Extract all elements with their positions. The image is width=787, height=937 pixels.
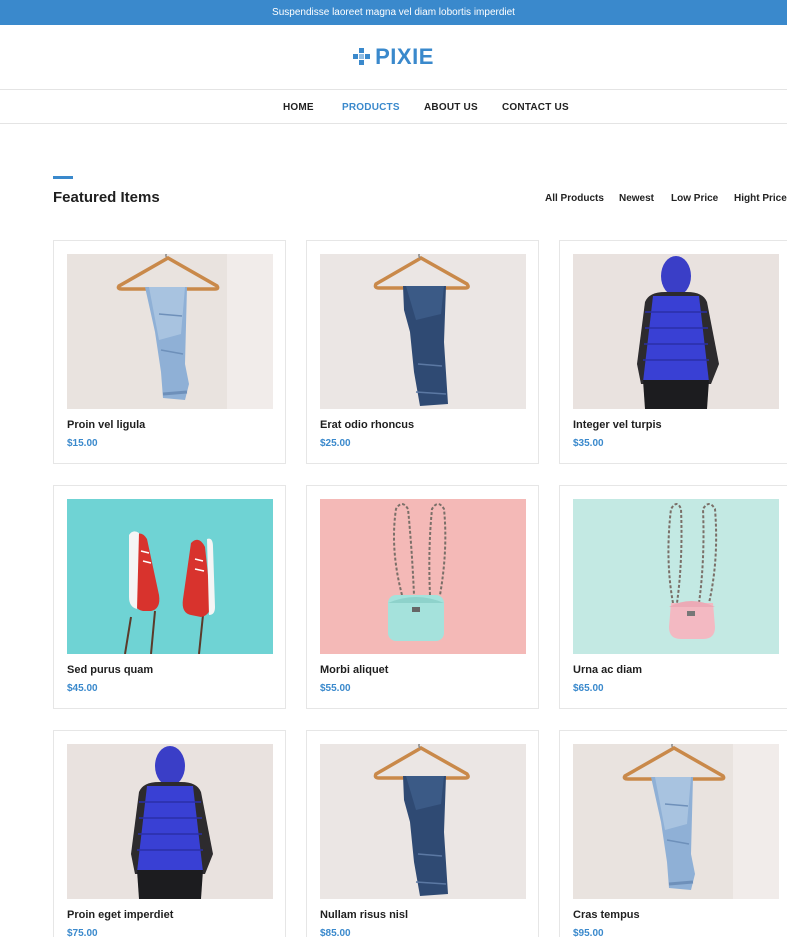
product-price: $15.00 (67, 438, 98, 449)
product-image-pink-bag[interactable] (573, 499, 779, 654)
product-price: $65.00 (573, 683, 604, 694)
product-name[interactable]: Sed purus quam (67, 664, 153, 676)
announcement-text: Suspendisse laoreet magna vel diam lobor… (272, 7, 515, 18)
product-card[interactable]: Integer vel turpis $35.00 (559, 240, 787, 464)
product-card[interactable]: Sed purus quam $45.00 (53, 485, 286, 709)
nav-home[interactable]: HOME (283, 102, 314, 113)
product-image-blue-vest[interactable] (67, 744, 273, 899)
product-name[interactable]: Urna ac diam (573, 664, 642, 676)
nav-contact-us[interactable]: CONTACT US (502, 102, 569, 113)
product-card[interactable]: Morbi aliquet $55.00 (306, 485, 539, 709)
product-price: $55.00 (320, 683, 351, 694)
product-card[interactable]: Nullam risus nisl $85.00 (306, 730, 539, 937)
nav-about-us[interactable]: ABOUT US (424, 102, 478, 113)
product-name[interactable]: Nullam risus nisl (320, 909, 408, 921)
product-name[interactable]: Proin vel ligula (67, 419, 145, 431)
announcement-bar: Suspendisse laoreet magna vel diam lobor… (0, 0, 787, 25)
product-card[interactable]: Urna ac diam $65.00 (559, 485, 787, 709)
product-price: $75.00 (67, 928, 98, 937)
product-card[interactable]: Proin eget imperdiet $75.00 (53, 730, 286, 937)
product-image-light-jeans[interactable] (67, 254, 273, 409)
nav-products[interactable]: PRODUCTS (342, 102, 400, 113)
product-image-dark-jeans[interactable] (320, 254, 526, 409)
product-price: $25.00 (320, 438, 351, 449)
product-image-blue-vest[interactable] (573, 254, 779, 409)
product-price: $45.00 (67, 683, 98, 694)
product-name[interactable]: Erat odio rhoncus (320, 419, 414, 431)
diamond-grid-icon (353, 48, 371, 66)
product-card[interactable]: Proin vel ligula $15.00 (53, 240, 286, 464)
product-name[interactable]: Proin eget imperdiet (67, 909, 173, 921)
product-card[interactable]: Cras tempus $95.00 (559, 730, 787, 937)
product-name[interactable]: Morbi aliquet (320, 664, 388, 676)
product-image-mint-bag[interactable] (320, 499, 526, 654)
product-image-red-sneakers[interactable] (67, 499, 273, 654)
filter-all-products[interactable]: All Products (545, 193, 604, 204)
product-price: $95.00 (573, 928, 604, 937)
filter-high-price[interactable]: Hight Price (734, 193, 787, 204)
product-name[interactable]: Integer vel turpis (573, 419, 662, 431)
filter-newest[interactable]: Newest (619, 193, 654, 204)
section-title: Featured Items (53, 189, 160, 206)
product-price: $85.00 (320, 928, 351, 937)
brand-name: PIXIE (375, 44, 434, 69)
section-accent-line (53, 176, 73, 179)
brand-logo[interactable]: PIXIE (0, 44, 787, 72)
filter-low-price[interactable]: Low Price (671, 193, 718, 204)
product-image-dark-jeans[interactable] (320, 744, 526, 899)
product-image-light-jeans[interactable] (573, 744, 779, 899)
product-price: $35.00 (573, 438, 604, 449)
product-name[interactable]: Cras tempus (573, 909, 640, 921)
product-card[interactable]: Erat odio rhoncus $25.00 (306, 240, 539, 464)
main-navigation: HOME PRODUCTS ABOUT US CONTACT US (0, 89, 787, 124)
